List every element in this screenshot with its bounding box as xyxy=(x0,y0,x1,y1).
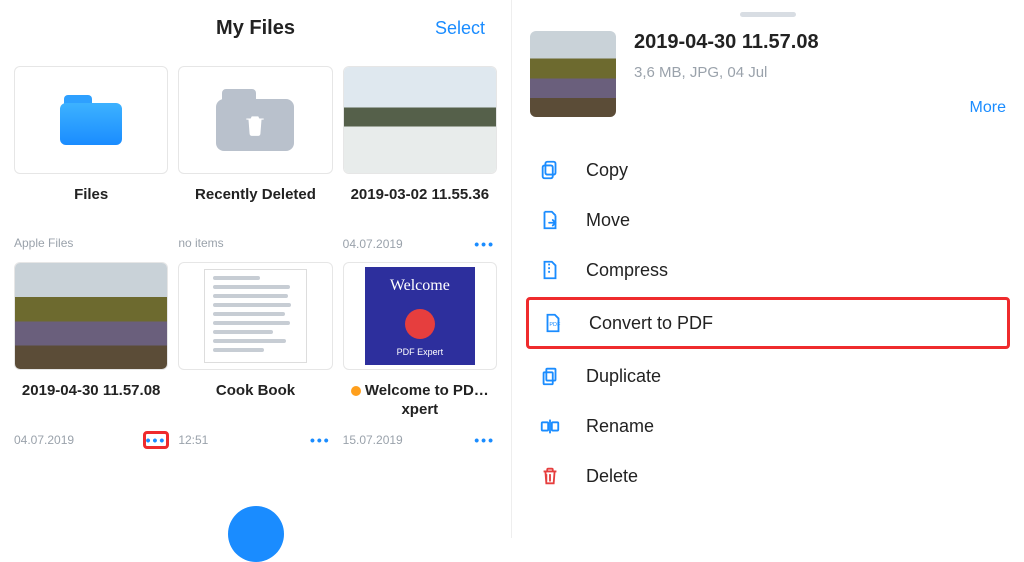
photo-thumb xyxy=(343,66,497,174)
action-label: Copy xyxy=(586,160,628,181)
tile-photo-1[interactable]: 2019-03-02 11.55.36 04.07.2019 ••• xyxy=(343,66,497,252)
action-label: Move xyxy=(586,210,630,231)
tile-subtitle: no items xyxy=(178,236,223,250)
action-label: Rename xyxy=(586,416,654,437)
action-compress[interactable]: Compress xyxy=(530,245,1006,295)
sheet-drag-handle[interactable] xyxy=(740,12,796,17)
tile-subtitle: 12:51 xyxy=(178,433,208,447)
tile-files[interactable]: Files Apple Files xyxy=(14,66,168,252)
action-move[interactable]: Move xyxy=(530,195,1006,245)
tile-label: Cook Book xyxy=(178,382,332,420)
tile-label: Files xyxy=(14,186,168,224)
duplicate-icon xyxy=(536,364,564,388)
more-button[interactable]: More xyxy=(970,63,1006,117)
folder-icon xyxy=(14,66,168,174)
left-header: My Files Select xyxy=(10,0,501,56)
tile-cook-book[interactable]: Cook Book 12:51 ••• xyxy=(178,262,332,448)
tile-label: 2019-03-02 11.55.36 xyxy=(343,186,497,224)
photo-thumb xyxy=(14,262,168,370)
copy-icon xyxy=(536,158,564,182)
tile-subtitle: Apple Files xyxy=(14,236,73,250)
tile-photo-2[interactable]: 2019-04-30 11.57.08 04.07.2019 ••• xyxy=(14,262,168,448)
add-button[interactable] xyxy=(228,506,284,562)
action-label: Duplicate xyxy=(586,366,661,387)
detail-title: 2019-04-30 11.57.08 xyxy=(634,31,970,54)
tile-subtitle: 15.07.2019 xyxy=(343,433,403,447)
detail-meta: 3,6 MB, JPG, 04 Jul xyxy=(634,64,970,81)
action-label: Convert to PDF xyxy=(589,313,713,334)
action-list: Copy Move Compress PDF Convert to PDF Du… xyxy=(530,145,1006,501)
more-dots-icon[interactable]: ••• xyxy=(472,236,497,252)
more-dots-icon[interactable]: ••• xyxy=(144,432,169,448)
tile-label: Welcome to PD…xpert xyxy=(343,382,497,420)
file-grid: Files Apple Files Recently Deleted no it… xyxy=(10,56,501,448)
document-thumb xyxy=(178,262,332,370)
tile-recently-deleted[interactable]: Recently Deleted no items xyxy=(178,66,332,252)
tile-subtitle: 04.07.2019 xyxy=(343,237,403,251)
action-label: Delete xyxy=(586,466,638,487)
delete-icon xyxy=(536,464,564,488)
more-dots-icon[interactable]: ••• xyxy=(472,432,497,448)
action-rename[interactable]: Rename xyxy=(530,401,1006,451)
move-icon xyxy=(536,208,564,232)
tile-subtitle: 04.07.2019 xyxy=(14,433,74,447)
action-label: Compress xyxy=(586,260,668,281)
action-copy[interactable]: Copy xyxy=(530,145,1006,195)
svg-text:PDF: PDF xyxy=(549,322,561,328)
trash-folder-icon xyxy=(178,66,332,174)
tile-label: 2019-04-30 11.57.08 xyxy=(14,382,168,420)
action-duplicate[interactable]: Duplicate xyxy=(530,351,1006,401)
tile-welcome-pdf[interactable]: Welcome PDF Expert Welcome to PD…xpert 1… xyxy=(343,262,497,448)
more-dots-icon[interactable]: ••• xyxy=(308,432,333,448)
detail-thumb xyxy=(530,31,616,117)
detail-header: 2019-04-30 11.57.08 3,6 MB, JPG, 04 Jul … xyxy=(530,31,1006,117)
tile-label: Recently Deleted xyxy=(178,186,332,224)
compress-icon xyxy=(536,258,564,282)
pdf-thumb: Welcome PDF Expert xyxy=(343,262,497,370)
pdf-icon: PDF xyxy=(539,311,567,335)
action-convert-pdf[interactable]: PDF Convert to PDF xyxy=(526,297,1010,349)
rename-icon xyxy=(536,414,564,438)
select-button[interactable]: Select xyxy=(435,18,485,39)
unread-dot-icon xyxy=(351,386,361,396)
action-delete[interactable]: Delete xyxy=(530,451,1006,501)
page-title: My Files xyxy=(216,17,295,40)
